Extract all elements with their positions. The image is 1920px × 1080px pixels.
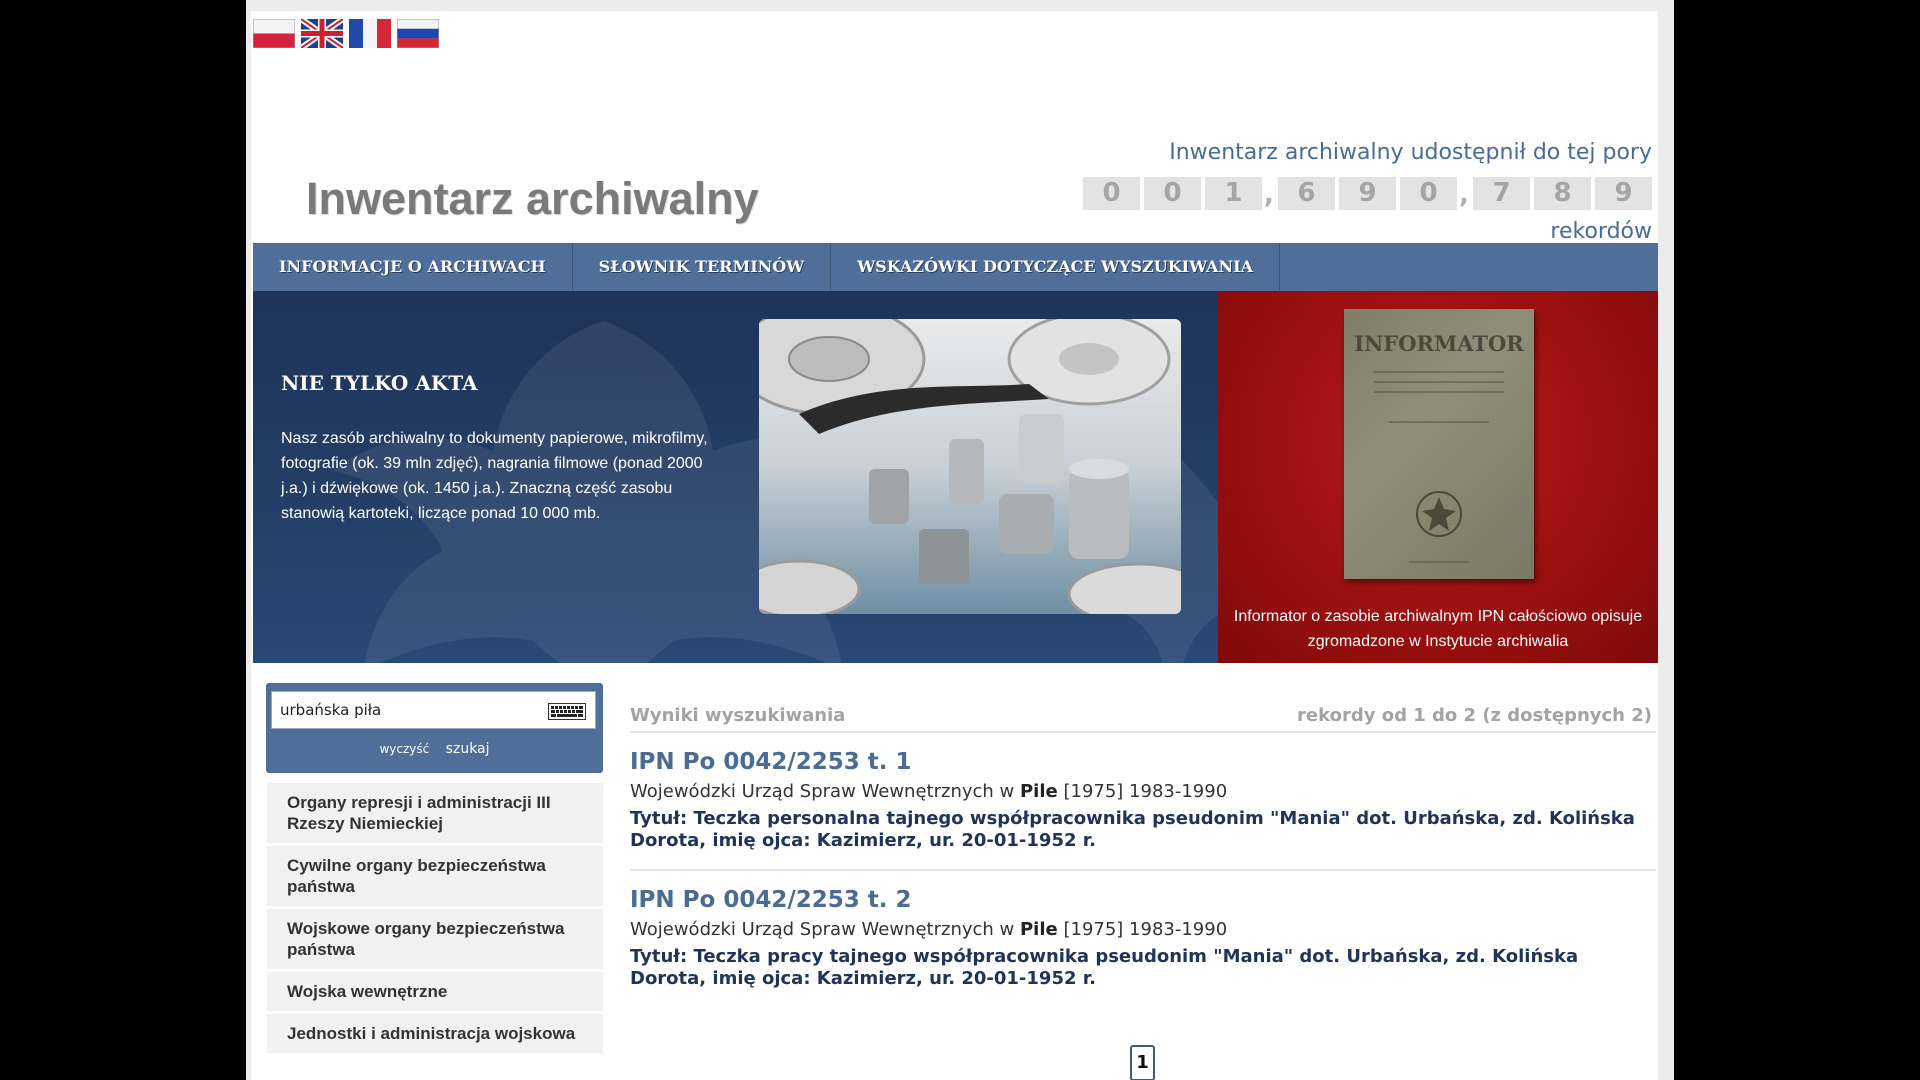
- search-button[interactable]: szukaj: [446, 741, 490, 757]
- eagle-emblem-icon: [1416, 491, 1462, 537]
- result-dates: [1975] 1983-1990: [1063, 781, 1228, 802]
- category-item[interactable]: Jednostki i administracja wojskowa: [267, 1014, 603, 1056]
- result-creator: Wojewódzki Urząd Spraw Wewnętrznych w Pi…: [630, 781, 1654, 802]
- counter-separator: ,: [1459, 180, 1469, 210]
- main-nav: INFORMACJE O ARCHIWACH SŁOWNIK TERMINÓW …: [253, 243, 1658, 292]
- category-list: Organy represji i administracji III Rzes…: [267, 783, 603, 1056]
- banner-promo[interactable]: NIE TYLKO AKTA Nasz zasób archiwalny to …: [253, 291, 1218, 663]
- counter-digit: 0: [1083, 177, 1140, 210]
- counter-digit: 7: [1473, 177, 1530, 210]
- counter-digit: 0: [1144, 177, 1201, 210]
- counter-digit: 1: [1205, 177, 1262, 210]
- result-creator: Wojewódzki Urząd Spraw Wewnętrznych w Pi…: [630, 919, 1654, 940]
- result-place: Pile: [1019, 919, 1058, 940]
- counter-digit: 0: [1400, 177, 1457, 210]
- film-reel-photo: [759, 319, 1181, 614]
- site-title[interactable]: Inwentarz archiwalny: [306, 173, 759, 225]
- banner-text: Nasz zasób archiwalny to dokumenty papie…: [281, 430, 708, 522]
- category-item[interactable]: Organy represji i administracji III Rzes…: [267, 783, 603, 846]
- counter-separator: ,: [1264, 180, 1274, 210]
- result-dates: [1975] 1983-1990: [1063, 919, 1228, 940]
- ru-flag-icon[interactable]: [397, 19, 439, 48]
- page-frame: Inwentarz archiwalny udostępnił do tej p…: [246, 0, 1674, 1080]
- gb-flag-icon[interactable]: [301, 19, 343, 48]
- language-flags: [253, 19, 439, 48]
- result-creator-text: Wojewódzki Urząd Spraw Wewnętrznych w: [630, 919, 1015, 940]
- result-title: Tytuł: Teczka pracy tajnego współpracown…: [630, 946, 1579, 989]
- counter-digit: 8: [1534, 177, 1591, 210]
- result-title: Tytuł: Teczka personalna tajnego współpr…: [630, 808, 1635, 851]
- category-item[interactable]: Wojskowe organy bezpieczeństwa państwa: [267, 909, 603, 972]
- result-signature-link[interactable]: IPN Po 0042/2253 t. 2: [630, 887, 1654, 913]
- search-panel: wyczyść szukaj: [266, 683, 603, 773]
- search-actions: wyczyść szukaj: [266, 741, 603, 757]
- counter-digit: 9: [1339, 177, 1396, 210]
- counter-digit: 9: [1595, 177, 1652, 210]
- keyboard-icon[interactable]: [548, 703, 586, 720]
- result-signature-link[interactable]: IPN Po 0042/2253 t. 1: [630, 749, 1654, 775]
- counter-caption: Inwentarz archiwalny udostępnił do tej p…: [1169, 140, 1652, 165]
- result-item: IPN Po 0042/2253 t. 2 Wojewódzki Urząd S…: [630, 887, 1654, 990]
- nav-item-glossary[interactable]: SŁOWNIK TERMINÓW: [573, 243, 832, 291]
- result-item: IPN Po 0042/2253 t. 1 Wojewódzki Urząd S…: [630, 749, 1654, 852]
- category-item[interactable]: Wojska wewnętrzne: [267, 972, 603, 1014]
- result-place: Pile: [1019, 781, 1058, 802]
- nav-item-search-tips[interactable]: WSKAZÓWKI DOTYCZĄCE WYSZUKIWANIA: [831, 243, 1280, 291]
- result-creator-text: Wojewódzki Urząd Spraw Wewnętrznych w: [630, 781, 1015, 802]
- banner-caption: Informator o zasobie archiwalnym IPN cał…: [1233, 608, 1643, 650]
- page-content: Inwentarz archiwalny udostępnił do tej p…: [251, 11, 1658, 1080]
- book-title: INFORMATOR: [1354, 331, 1524, 356]
- category-item[interactable]: Cywilne organy bezpieczeństwa państwa: [267, 846, 603, 909]
- banner-informator[interactable]: INFORMATOR Informator o zasobie archiwal…: [1218, 291, 1658, 663]
- results-title: Wyniki wyszukiwania: [630, 705, 846, 726]
- result-divider: [630, 869, 1656, 871]
- nav-item-archives-info[interactable]: INFORMACJE O ARCHIWACH: [253, 243, 573, 291]
- pl-flag-icon[interactable]: [253, 19, 295, 48]
- counter-suffix: rekordów: [1550, 219, 1652, 244]
- results-range: rekordy od 1 do 2 (z dostępnych 2): [1297, 705, 1652, 726]
- records-counter: 0 0 1 , 6 9 0 , 7 8 9: [1083, 177, 1652, 210]
- banner-heading: NIE TYLKO AKTA: [281, 371, 478, 395]
- clear-button[interactable]: wyczyść: [379, 742, 429, 756]
- pagination-page-1[interactable]: 1: [1130, 1045, 1155, 1080]
- informator-book-image: INFORMATOR: [1344, 309, 1534, 579]
- results-header: Wyniki wyszukiwania rekordy od 1 do 2 (z…: [630, 705, 1656, 733]
- fr-flag-icon[interactable]: [349, 19, 391, 48]
- counter-digit: 6: [1278, 177, 1335, 210]
- hero-banner: NIE TYLKO AKTA Nasz zasób archiwalny to …: [253, 291, 1658, 663]
